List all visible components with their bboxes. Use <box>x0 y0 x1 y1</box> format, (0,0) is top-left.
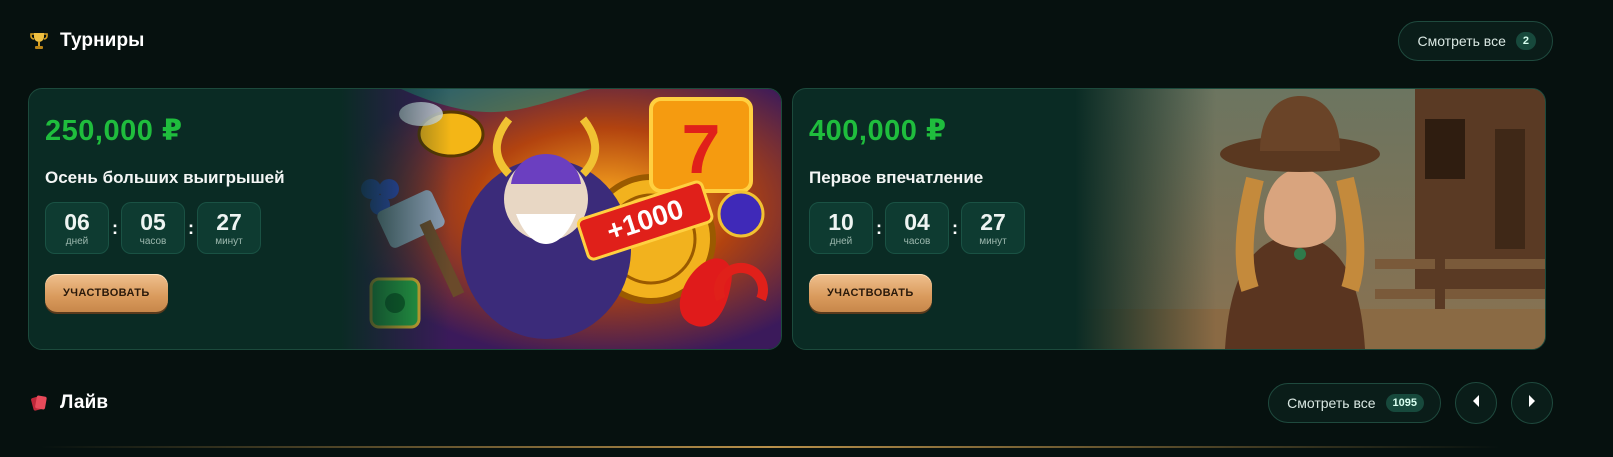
card-content: 250,000 ₽ Осень больших выигрышей 06 дне… <box>45 113 285 312</box>
join-button[interactable]: УЧАСТВОВАТЬ <box>45 274 168 312</box>
timer-value: 27 <box>980 208 1006 235</box>
timer-value: 05 <box>140 208 166 235</box>
live-controls: Смотреть все 1095 <box>1268 382 1553 424</box>
timer-days: 10 дней <box>809 202 873 254</box>
prize-amount: 400,000 ₽ <box>809 115 947 147</box>
tournament-card-2[interactable]: 400,000 ₽ Первое впечатление 10 дней : 0… <box>792 88 1546 350</box>
timer-separator: : <box>188 217 194 238</box>
next-button[interactable] <box>1511 382 1553 424</box>
live-see-all-button[interactable]: Смотреть все 1095 <box>1268 383 1441 423</box>
timer-value: 27 <box>216 208 242 235</box>
tournaments-title: Турниры <box>60 30 145 51</box>
live-header: Лайв Смотреть все 1095 <box>28 380 1553 426</box>
card-content: 400,000 ₽ Первое впечатление 10 дней : 0… <box>809 113 1025 312</box>
prize-amount: 250,000 ₽ <box>45 115 183 147</box>
timer-hours: 04 часов <box>885 202 949 254</box>
tournament-cards: 7 +1000 <box>28 88 1546 350</box>
timer-unit: дней <box>829 235 853 247</box>
timer-unit: дней <box>65 235 89 247</box>
see-all-label: Смотреть все <box>1287 395 1376 411</box>
chevron-left-icon <box>1470 394 1482 413</box>
timer-separator: : <box>112 217 118 238</box>
join-button[interactable]: УЧАСТВОВАТЬ <box>809 274 932 312</box>
tournaments-header: Турниры Смотреть все 2 <box>28 18 1553 64</box>
tournament-card-1[interactable]: 7 +1000 <box>28 88 782 350</box>
timer-unit: минут <box>215 235 243 247</box>
timer-separator: : <box>952 217 958 238</box>
cowgirl-western-photo <box>1075 89 1545 349</box>
timer-value: 04 <box>904 208 930 235</box>
timer-unit: минут <box>979 235 1007 247</box>
count-badge: 2 <box>1515 32 1536 50</box>
chevron-right-icon <box>1526 394 1538 413</box>
count-badge: 1095 <box>1385 394 1424 412</box>
trophy-icon <box>28 30 50 52</box>
tournaments-controls: Смотреть все 2 <box>1398 21 1553 61</box>
tournaments-title-wrap: Турниры <box>28 30 145 52</box>
live-title: Лайв <box>60 392 109 413</box>
timer-unit: часов <box>139 235 167 247</box>
timer-unit: часов <box>903 235 931 247</box>
timer-value: 06 <box>64 208 90 235</box>
countdown-timer: 06 дней : 05 часов : 27 минут <box>45 202 285 254</box>
countdown-timer: 10 дней : 04 часов : 27 минут <box>809 202 1025 254</box>
timer-hours: 05 часов <box>121 202 185 254</box>
tournaments-see-all-button[interactable]: Смотреть все 2 <box>1398 21 1553 61</box>
timer-value: 10 <box>828 208 854 235</box>
timer-minutes: 27 минут <box>197 202 261 254</box>
timer-minutes: 27 минут <box>961 202 1025 254</box>
timer-separator: : <box>876 217 882 238</box>
viking-slots-illustration: 7 +1000 <box>341 89 781 349</box>
tournament-name: Первое впечатление <box>809 168 984 187</box>
see-all-label: Смотреть все <box>1417 33 1506 49</box>
tournament-name: Осень больших выигрышей <box>45 168 285 187</box>
prev-button[interactable] <box>1455 382 1497 424</box>
timer-days: 06 дней <box>45 202 109 254</box>
section-divider <box>40 446 1500 448</box>
cards-icon <box>28 392 50 414</box>
page: Турниры Смотреть все 2 250,000 ₽ Осень б… <box>0 0 1613 457</box>
live-title-wrap: Лайв <box>28 392 108 414</box>
